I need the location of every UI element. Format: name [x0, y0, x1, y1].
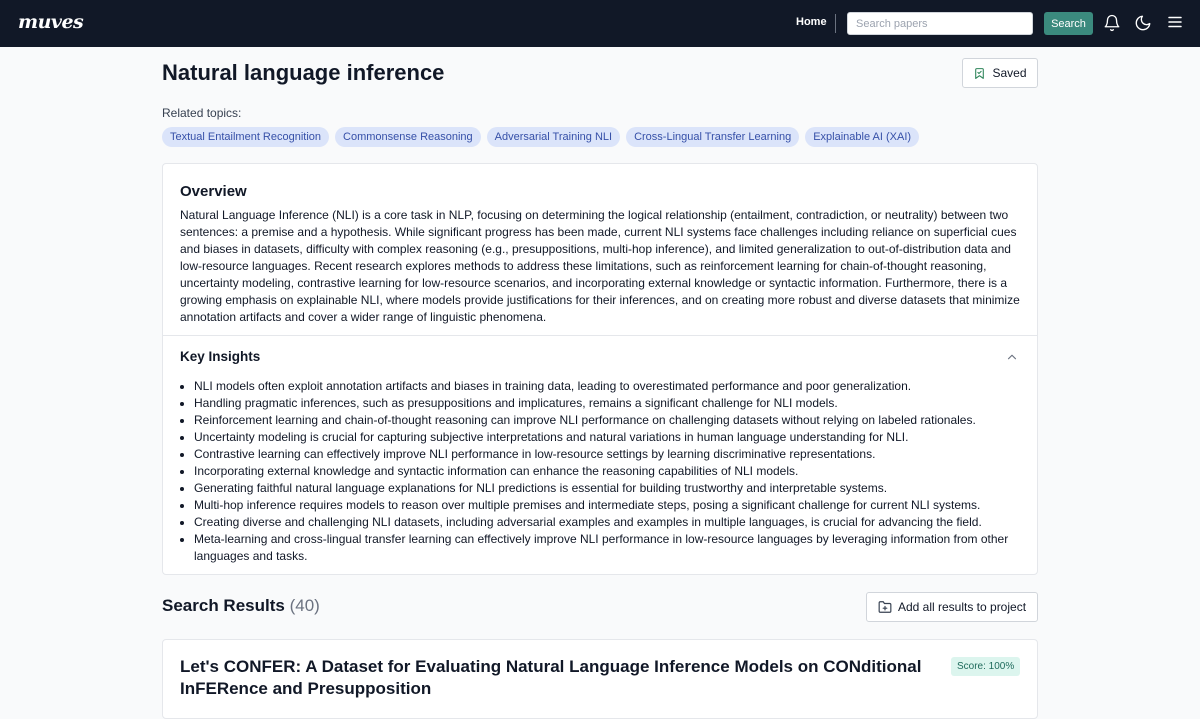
score-badge: Score: 100% [951, 657, 1021, 676]
logo[interactable]: muves [18, 11, 84, 33]
chevron-up-icon[interactable] [1005, 350, 1019, 364]
folder-plus-icon [878, 601, 892, 613]
page-title: Natural language inference [162, 60, 445, 85]
insight-item: Incorporating external knowledge and syn… [194, 463, 1026, 480]
insight-item: Handling pragmatic inferences, such as p… [194, 395, 1026, 412]
key-insights-title[interactable]: Key Insights [180, 349, 260, 364]
moon-icon[interactable] [1134, 14, 1152, 32]
nav-divider [835, 14, 836, 33]
result-title[interactable]: Let's CONFER: A Dataset for Evaluating N… [180, 656, 930, 700]
search-results-title: Search Results (40) [162, 596, 320, 616]
related-topics-list: Textual Entailment Recognition Commonsen… [162, 127, 920, 147]
insight-item: Reinforcement learning and chain-of-thou… [194, 412, 1026, 429]
search-button[interactable]: Search [1044, 12, 1093, 35]
search-results-label: Search Results [162, 596, 285, 615]
saved-button[interactable]: Saved [962, 58, 1038, 88]
insight-item: NLI models often exploit annotation arti… [194, 378, 1026, 395]
bell-icon[interactable] [1103, 14, 1121, 32]
menu-icon[interactable] [1166, 13, 1184, 31]
insight-item: Multi-hop inference requires models to r… [194, 497, 1026, 514]
key-insights-list: NLI models often exploit annotation arti… [194, 378, 1026, 565]
top-navbar: muves Home Search [0, 0, 1200, 47]
search-input[interactable] [847, 12, 1033, 35]
insight-item: Generating faithful natural language exp… [194, 480, 1026, 497]
related-topic-chip[interactable]: Explainable AI (XAI) [805, 127, 920, 147]
saved-button-label: Saved [992, 66, 1027, 80]
related-topic-chip[interactable]: Commonsense Reasoning [335, 127, 481, 147]
insight-item: Contrastive learning can effectively imp… [194, 446, 1026, 463]
overview-text: Natural Language Inference (NLI) is a co… [180, 208, 1020, 324]
overview-title: Overview [180, 183, 247, 200]
card-divider [163, 335, 1037, 336]
result-card: Let's CONFER: A Dataset for Evaluating N… [162, 639, 1038, 719]
insight-item: Creating diverse and challenging NLI dat… [194, 514, 1026, 531]
bookmark-check-icon [975, 67, 985, 79]
related-topics-label: Related topics: [162, 106, 242, 120]
add-all-results-button[interactable]: Add all results to project [866, 592, 1038, 622]
insight-item: Meta-learning and cross-lingual transfer… [194, 531, 1026, 565]
related-topic-chip[interactable]: Adversarial Training NLI [486, 127, 621, 147]
insight-item: Uncertainty modeling is crucial for capt… [194, 429, 1026, 446]
overview-card: Overview Natural Language Inference (NLI… [162, 163, 1038, 575]
related-topic-chip[interactable]: Cross-Lingual Transfer Learning [626, 127, 800, 147]
related-topic-chip[interactable]: Textual Entailment Recognition [162, 127, 330, 147]
nav-home-link[interactable]: Home [796, 16, 827, 28]
search-results-count: (40) [289, 596, 320, 615]
add-all-results-label: Add all results to project [897, 600, 1027, 614]
